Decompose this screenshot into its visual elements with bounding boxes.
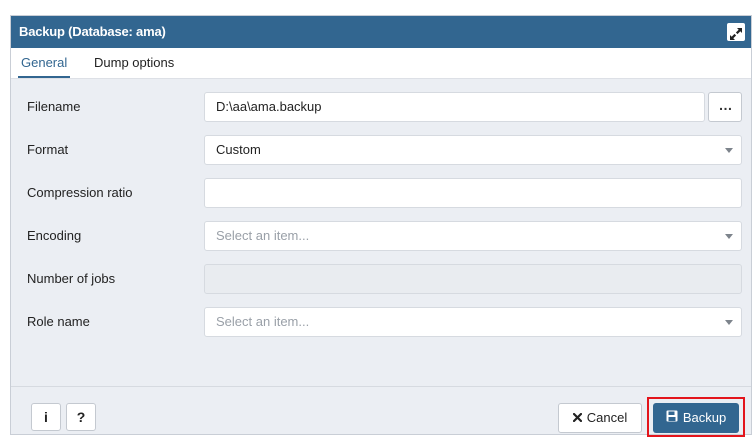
cancel-button[interactable]: Cancel (558, 403, 642, 433)
format-row: Format Custom (11, 135, 751, 173)
role-placeholder: Select an item... (216, 314, 310, 329)
compression-input[interactable] (204, 178, 742, 208)
compression-row: Compression ratio (11, 178, 751, 216)
filename-row: Filename D:\aa\ama.backup … (11, 92, 751, 130)
tab-dump-options[interactable]: Dump options (94, 48, 174, 78)
tab-bar: General Dump options (11, 48, 751, 79)
compression-label: Compression ratio (27, 185, 133, 200)
help-icon: ? (76, 409, 86, 425)
close-icon (572, 404, 582, 432)
format-select[interactable]: Custom (204, 135, 742, 165)
browse-button[interactable]: … (708, 92, 742, 122)
caret-down-icon (725, 148, 733, 153)
info-icon: i (44, 409, 48, 425)
jobs-input (204, 264, 742, 294)
encoding-label: Encoding (27, 228, 82, 243)
cancel-label: Cancel (586, 410, 628, 425)
role-row: Role name Select an item... (11, 307, 751, 345)
info-button[interactable]: i (31, 403, 61, 431)
tab-general[interactable]: General (17, 48, 71, 78)
encoding-select[interactable]: Select an item... (204, 221, 742, 251)
maximize-icon[interactable] (727, 23, 745, 41)
caret-down-icon (725, 234, 733, 239)
backup-label: Backup (682, 410, 727, 425)
save-icon (666, 403, 678, 433)
encoding-placeholder: Select an item... (216, 228, 310, 243)
format-label: Format (27, 142, 69, 157)
dialog-title: Backup (Database: ama) (19, 24, 166, 39)
filename-input[interactable]: D:\aa\ama.backup (204, 92, 705, 122)
help-button[interactable]: ? (66, 403, 96, 431)
format-value: Custom (216, 142, 261, 157)
role-select[interactable]: Select an item... (204, 307, 742, 337)
filename-value: D:\aa\ama.backup (216, 99, 322, 114)
jobs-row: Number of jobs (11, 264, 751, 302)
role-label: Role name (27, 314, 90, 329)
dialog-footer: i ? Cancel Backup (11, 386, 751, 437)
jobs-label: Number of jobs (27, 271, 116, 286)
encoding-row: Encoding Select an item... (11, 221, 751, 259)
dialog-titlebar: Backup (Database: ama) (11, 16, 751, 48)
filename-label: Filename (27, 99, 81, 114)
caret-down-icon (725, 320, 733, 325)
backup-button[interactable]: Backup (653, 403, 739, 433)
backup-dialog: Backup (Database: ama) General Dump opti… (10, 15, 752, 437)
